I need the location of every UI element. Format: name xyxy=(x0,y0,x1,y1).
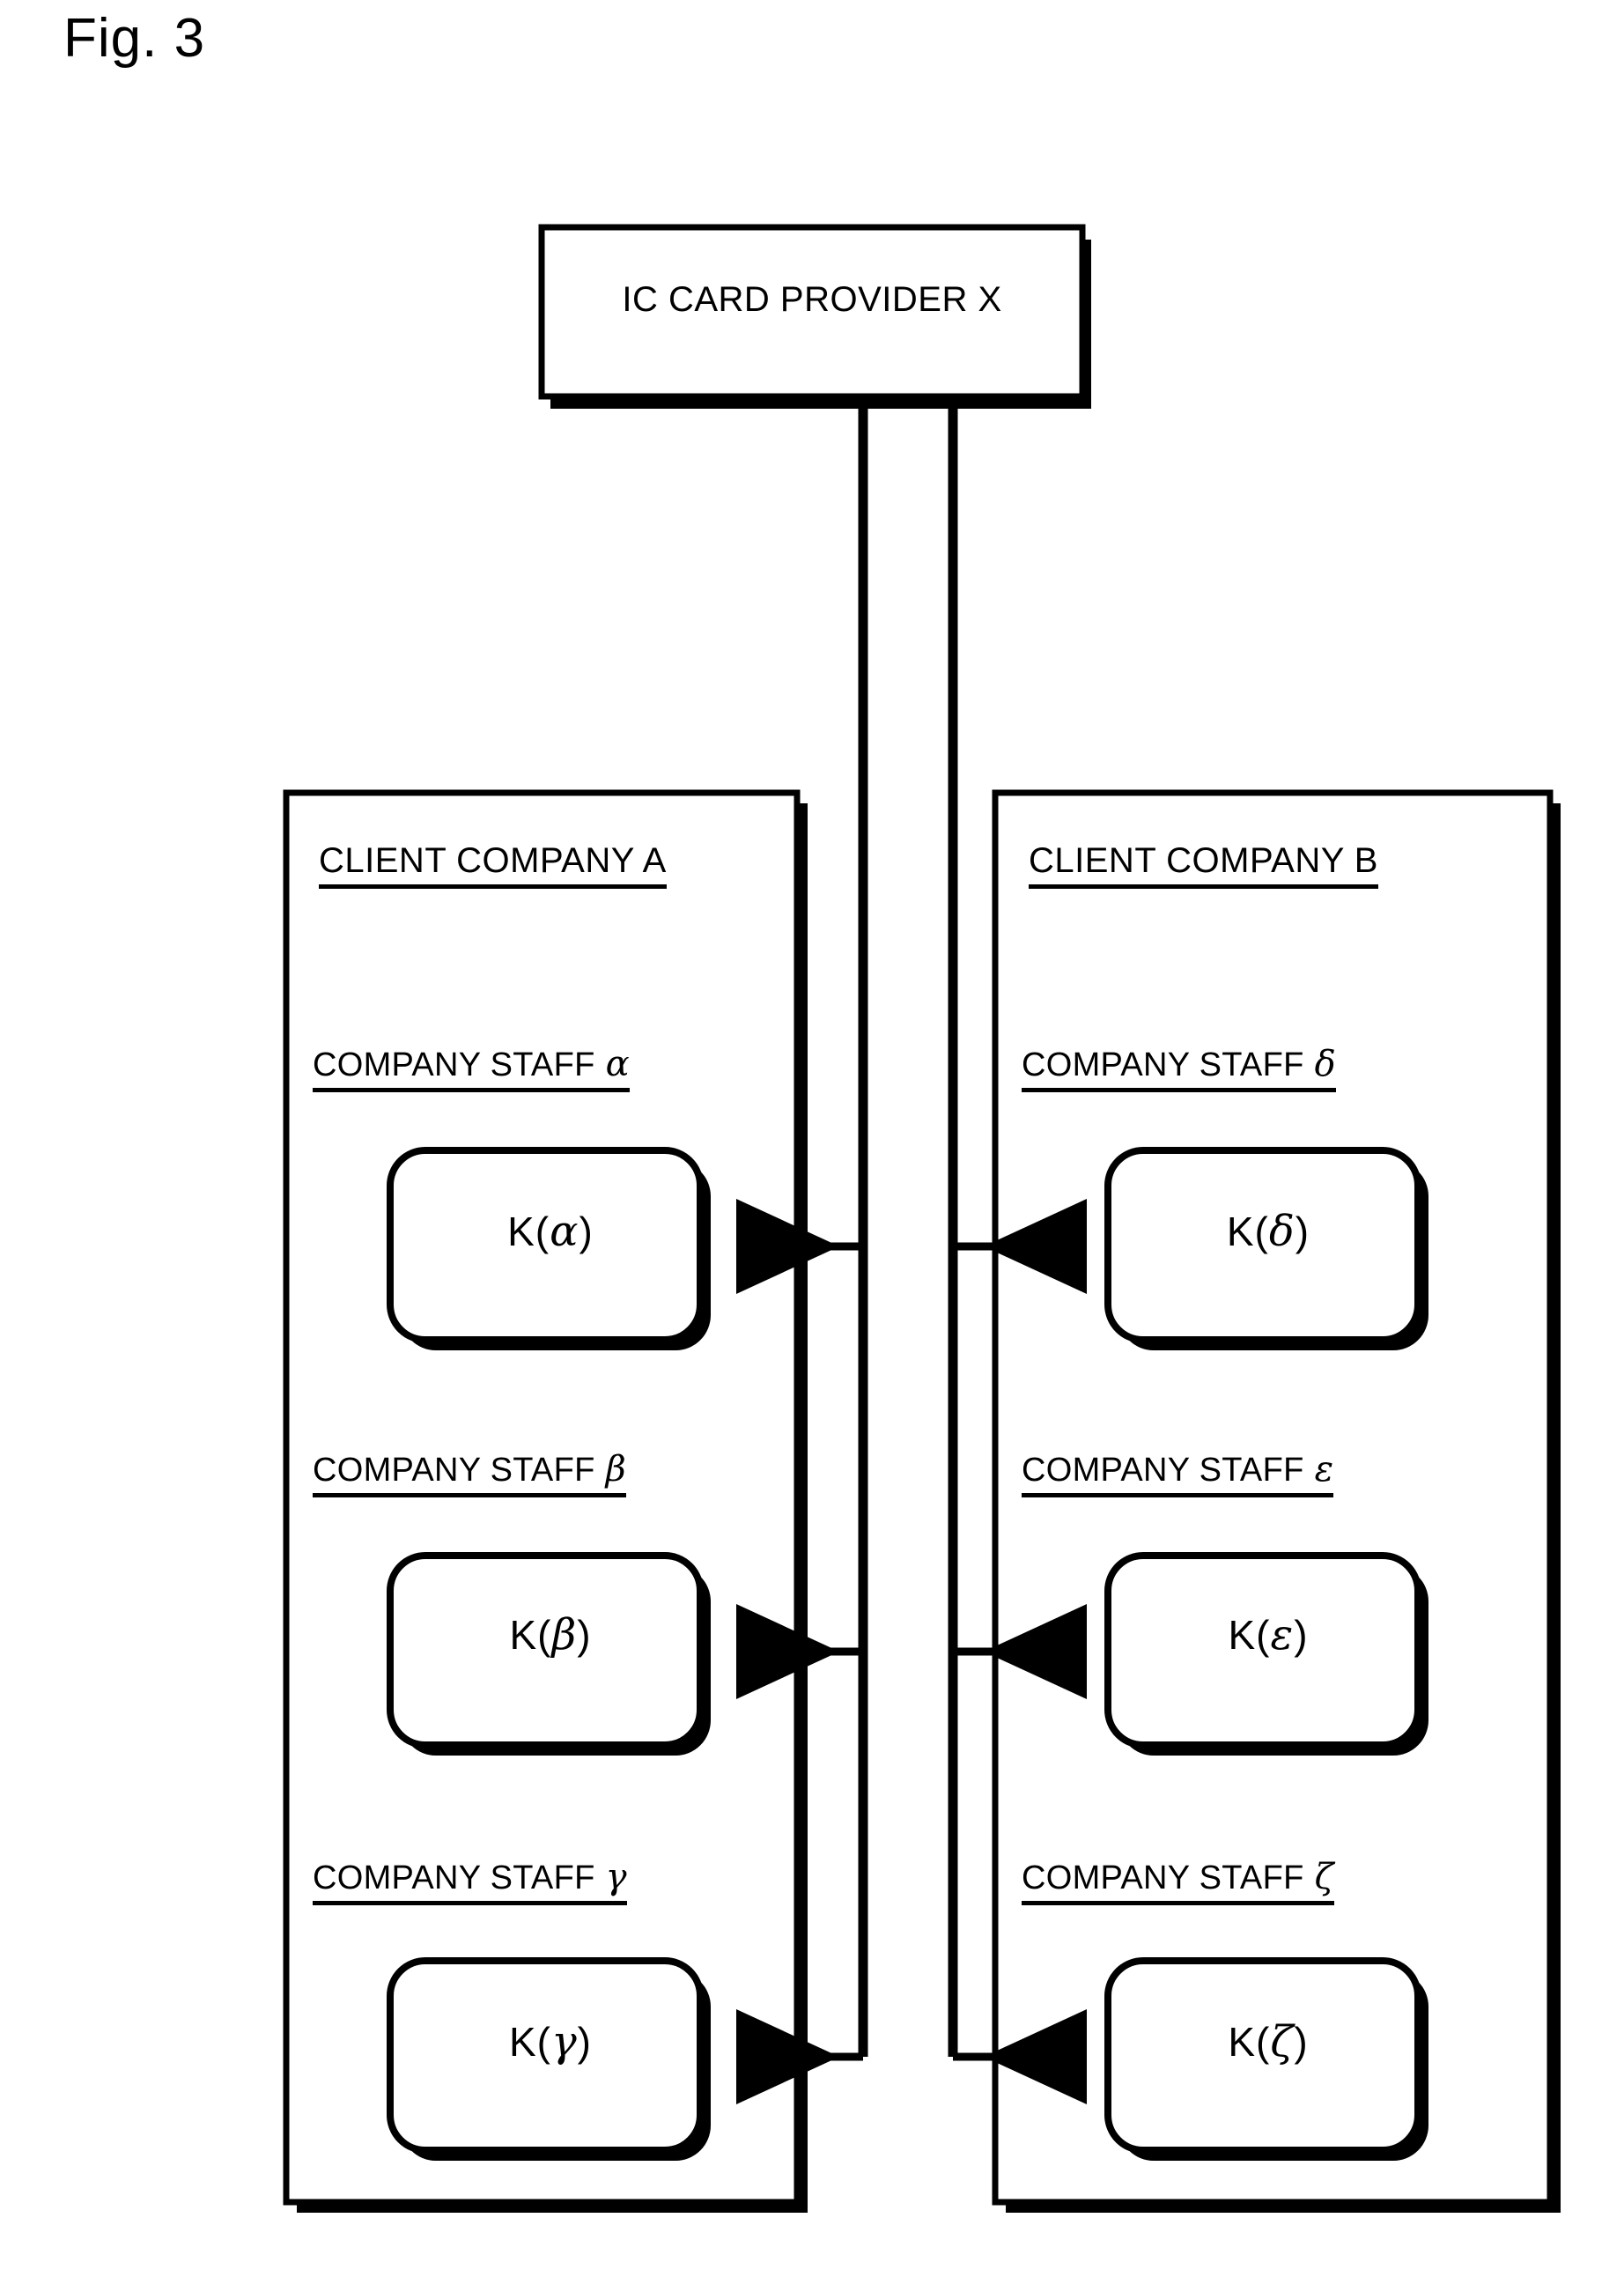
key-label-b1-open: K( xyxy=(1226,1209,1269,1254)
company-a-title: CLIENT COMPANY A xyxy=(319,841,667,889)
staff-label-a3-greek: γ xyxy=(605,1857,627,1897)
staff-label-b3-greek: ζ xyxy=(1314,1857,1334,1897)
staff-label-a1-greek: α xyxy=(605,1044,630,1084)
key-label-b2-greek: ε xyxy=(1270,1610,1295,1660)
key-label-b3-close: ) xyxy=(1294,2019,1309,2065)
staff-label-b3-text: COMPANY STAFF xyxy=(1022,1859,1304,1896)
staff-label-a2: COMPANY STAFF β xyxy=(313,1449,627,1497)
staff-label-a3: COMPANY STAFF γ xyxy=(313,1857,627,1905)
staff-label-a2-greek: β xyxy=(605,1449,627,1490)
staff-label-a2-text: COMPANY STAFF xyxy=(313,1452,595,1489)
key-label-b1-greek: δ xyxy=(1268,1207,1296,1256)
key-label-a1-close: ) xyxy=(579,1209,594,1254)
key-label-a2-close: ) xyxy=(577,1612,592,1658)
key-label-a3-open: K( xyxy=(508,2019,551,2065)
staff-label-b3: COMPANY STAFF ζ xyxy=(1022,1857,1334,1905)
key-label-a2: K(β) xyxy=(390,1610,711,1660)
diagram-canvas xyxy=(283,224,1561,2213)
key-label-b1: K(δ) xyxy=(1108,1207,1428,1256)
staff-label-b2-text: COMPANY STAFF xyxy=(1022,1452,1304,1489)
staff-label-b1-text: COMPANY STAFF xyxy=(1022,1046,1304,1083)
staff-label-a3-text: COMPANY STAFF xyxy=(313,1859,595,1896)
key-label-b1-close: ) xyxy=(1295,1209,1310,1254)
figure-root: Fig. 3 IC CARD PROVIDER X CLIENT COMPANY… xyxy=(0,0,1624,2277)
staff-label-b2: COMPANY STAFF ε xyxy=(1022,1449,1334,1497)
staff-label-a1-text: COMPANY STAFF xyxy=(313,1046,595,1083)
provider-title: IC CARD PROVIDER X xyxy=(622,280,1002,319)
key-label-a3-greek: γ xyxy=(550,2017,578,2066)
key-label-b3-open: K( xyxy=(1228,2019,1271,2065)
company-b-title: CLIENT COMPANY B xyxy=(1029,841,1378,889)
key-label-a1-greek: α xyxy=(550,1207,579,1256)
key-label-b3-greek: ζ xyxy=(1270,2017,1295,2066)
key-label-a2-greek: β xyxy=(551,1610,578,1660)
staff-label-b2-greek: ε xyxy=(1314,1449,1334,1490)
key-label-a3-close: ) xyxy=(577,2019,592,2065)
key-label-b2-close: ) xyxy=(1294,1612,1309,1658)
connector-trunks xyxy=(858,396,958,2057)
key-label-b2: K(ε) xyxy=(1108,1610,1428,1660)
key-label-a1: K(α) xyxy=(390,1207,711,1256)
key-label-b3: K(ζ) xyxy=(1108,2017,1428,2066)
staff-label-b1-greek: δ xyxy=(1314,1044,1336,1084)
staff-label-a1: COMPANY STAFF α xyxy=(313,1044,630,1092)
key-label-a3: K(γ) xyxy=(390,2017,711,2066)
key-label-a2-open: K( xyxy=(509,1612,552,1658)
staff-label-b1: COMPANY STAFF δ xyxy=(1022,1044,1336,1092)
key-label-b2-open: K( xyxy=(1228,1612,1271,1658)
key-label-a1-open: K( xyxy=(507,1209,550,1254)
